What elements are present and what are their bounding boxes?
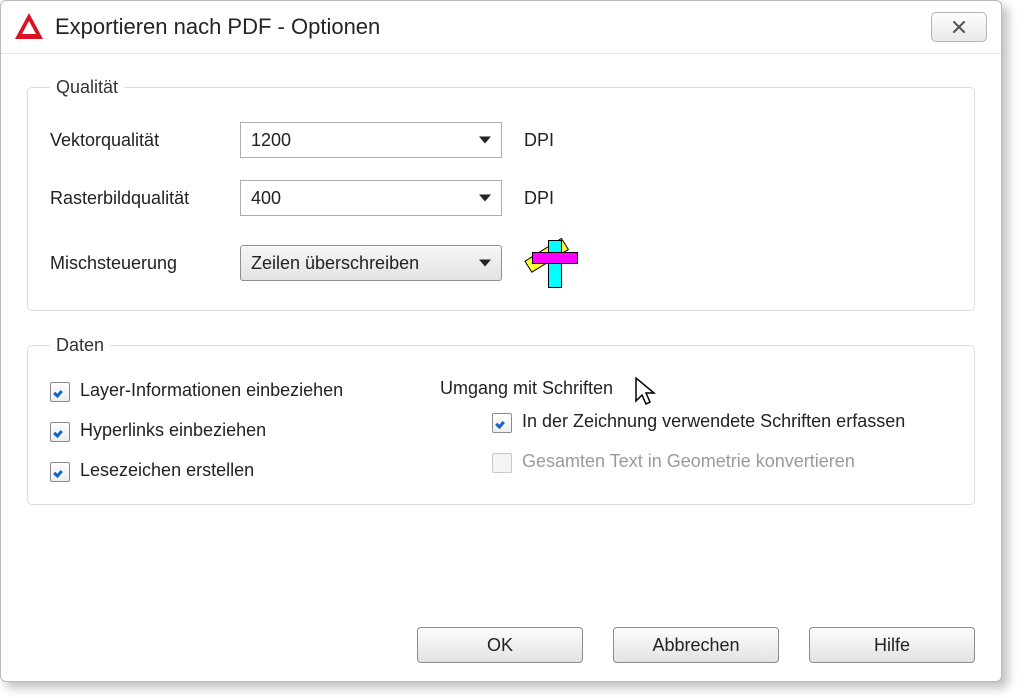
data-left-column: Layer-Informationen einbeziehen Hyperlin… <box>50 380 440 482</box>
capture-fonts-label: In der Zeichnung verwendete Schriften er… <box>522 411 905 432</box>
create-bookmarks-checkbox[interactable] <box>50 462 70 482</box>
raster-quality-value: 400 <box>251 188 281 209</box>
data-legend: Daten <box>50 335 110 356</box>
close-button[interactable] <box>931 12 987 42</box>
vector-quality-label: Vektorqualität <box>50 130 240 151</box>
dialog-footer: OK Abbrechen Hilfe <box>417 627 975 663</box>
raster-quality-label: Rasterbildqualität <box>50 188 240 209</box>
chevron-down-icon <box>479 260 491 267</box>
quality-legend: Qualität <box>50 77 124 98</box>
include-hyperlinks-label: Hyperlinks einbeziehen <box>80 420 266 441</box>
raster-quality-row: Rasterbildqualität 400 DPI <box>50 180 952 216</box>
capture-fonts-row: In der Zeichnung verwendete Schriften er… <box>492 411 952 433</box>
include-layer-info-label: Layer-Informationen einbeziehen <box>80 380 343 401</box>
merge-control-value: Zeilen überschreiben <box>251 253 419 274</box>
create-bookmarks-label: Lesezeichen erstellen <box>80 460 254 481</box>
include-hyperlinks-row: Hyperlinks einbeziehen <box>50 420 440 442</box>
include-layer-info-checkbox[interactable] <box>50 382 70 402</box>
dialog-body: Qualität Vektorqualität 1200 DPI Rasterb… <box>1 53 1001 681</box>
vector-quality-unit: DPI <box>524 130 554 151</box>
convert-text-geometry-row: Gesamten Text in Geometrie konvertieren <box>492 451 952 473</box>
autocad-icon <box>15 13 43 41</box>
capture-fonts-checkbox[interactable] <box>492 413 512 433</box>
raster-quality-unit: DPI <box>524 188 554 209</box>
create-bookmarks-row: Lesezeichen erstellen <box>50 460 440 482</box>
data-right-column: Umgang mit Schriften In der Zeichnung ve… <box>440 380 952 482</box>
convert-text-geometry-label: Gesamten Text in Geometrie konvertieren <box>522 451 855 472</box>
ok-button[interactable]: OK <box>417 627 583 663</box>
titlebar: Exportieren nach PDF - Optionen <box>1 1 1001 54</box>
chevron-down-icon <box>479 137 491 144</box>
help-button[interactable]: Hilfe <box>809 627 975 663</box>
close-icon <box>952 21 966 33</box>
cancel-button[interactable]: Abbrechen <box>613 627 779 663</box>
vector-quality-combo[interactable]: 1200 <box>240 122 502 158</box>
merge-control-row: Mischsteuerung Zeilen überschreiben <box>50 238 952 288</box>
quality-group: Qualität Vektorqualität 1200 DPI Rasterb… <box>27 77 975 311</box>
include-layer-info-row: Layer-Informationen einbeziehen <box>50 380 440 402</box>
vector-quality-row: Vektorqualität 1200 DPI <box>50 122 952 158</box>
vector-quality-value: 1200 <box>251 130 291 151</box>
include-hyperlinks-checkbox[interactable] <box>50 422 70 442</box>
data-group: Daten Layer-Informationen einbeziehen Hy… <box>27 335 975 505</box>
merge-control-combo[interactable]: Zeilen überschreiben <box>240 245 502 281</box>
chevron-down-icon <box>479 195 491 202</box>
raster-quality-combo[interactable]: 400 <box>240 180 502 216</box>
merge-control-label: Mischsteuerung <box>50 253 240 274</box>
pdf-export-options-dialog: Exportieren nach PDF - Optionen Qualität… <box>0 0 1002 682</box>
convert-text-geometry-checkbox <box>492 453 512 473</box>
window-title: Exportieren nach PDF - Optionen <box>55 14 931 40</box>
merge-control-icon <box>524 238 578 288</box>
font-handling-heading: Umgang mit Schriften <box>440 378 952 399</box>
